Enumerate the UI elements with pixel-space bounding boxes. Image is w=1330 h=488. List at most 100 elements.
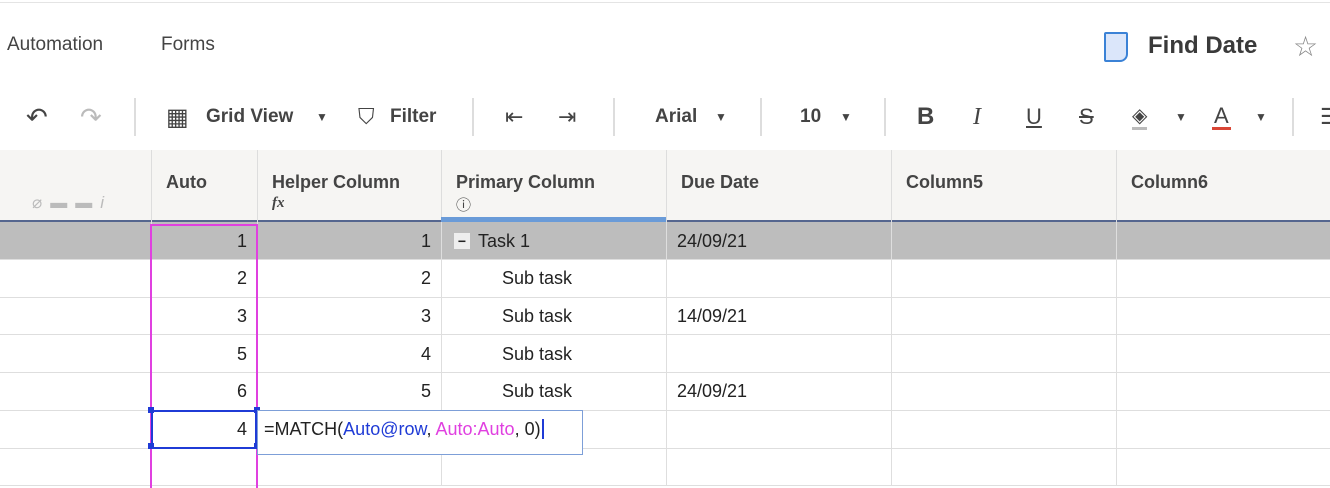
resize-handle[interactable] (148, 407, 154, 413)
cell-column6[interactable] (1116, 259, 1330, 298)
column-label: Primary Column (456, 172, 596, 192)
cell-text: Sub task (502, 268, 573, 289)
divider (760, 98, 762, 136)
cell-due-date[interactable] (666, 335, 891, 374)
row-gutter[interactable] (0, 411, 151, 449)
grid-icon: ▦ (166, 103, 189, 131)
column-header-column5[interactable]: Column5 (891, 150, 1116, 222)
cell-column5[interactable] (891, 448, 1116, 487)
cell-due-date[interactable] (666, 259, 891, 298)
column-header-auto[interactable]: Auto (151, 150, 257, 222)
undo-icon[interactable]: ↶ (26, 102, 48, 132)
grid-view-button[interactable]: Grid View (206, 104, 293, 130)
cell-text: 3 (420, 305, 431, 326)
cell-text: Sub task (502, 343, 573, 364)
row-gutter[interactable] (0, 222, 151, 260)
cell-text: 24/09/21 (677, 381, 748, 402)
cell-primary[interactable]: Sub task (441, 259, 666, 298)
formula-editor[interactable]: =MATCH(Auto@row, Auto:Auto, 0) (257, 410, 583, 455)
chevron-down-icon[interactable]: ▼ (715, 104, 727, 130)
sheet-icon (1104, 32, 1128, 62)
cell-primary[interactable]: Sub task (441, 335, 666, 374)
cell-column5[interactable] (891, 222, 1116, 260)
row-gutter[interactable] (0, 448, 151, 486)
cell-primary[interactable]: Sub task (441, 372, 666, 411)
cell-helper[interactable]: 2 (257, 259, 441, 298)
redo-icon[interactable]: ↷ (80, 102, 102, 132)
formula-separator: , (426, 419, 436, 439)
cell-due-date[interactable] (666, 448, 891, 487)
cell-column5[interactable] (891, 372, 1116, 411)
chevron-down-icon[interactable]: ▼ (840, 104, 852, 130)
formula-icon: fx (272, 195, 285, 211)
indent-icon[interactable]: ⇥ (558, 104, 576, 130)
more-icon[interactable]: ☰ (1320, 104, 1330, 130)
resize-handle[interactable] (148, 443, 154, 449)
cell-column5[interactable] (891, 259, 1116, 298)
cell-primary[interactable]: Sub task (441, 297, 666, 336)
sheet-title: Find Date (1148, 32, 1258, 59)
cell-column6[interactable] (1116, 297, 1330, 336)
formula-arg-row: Auto@row (343, 419, 427, 439)
nav-forms[interactable]: Forms (161, 34, 215, 56)
active-cell[interactable] (151, 410, 257, 449)
cell-column5[interactable] (891, 335, 1116, 374)
row-indicator-icons: ⌀▬▬i (32, 193, 113, 212)
underline-button[interactable]: U (1026, 104, 1042, 130)
cell-helper[interactable]: 4 (257, 335, 441, 374)
divider (613, 98, 615, 136)
cell-text: Sub task (502, 381, 573, 402)
cell-text: 4 (420, 343, 431, 364)
divider (472, 98, 474, 136)
chevron-down-icon[interactable]: ▼ (1175, 104, 1187, 130)
cell-helper[interactable]: 5 (257, 372, 441, 411)
cell-due-date[interactable] (666, 410, 891, 449)
formula-arg-range: Auto:Auto (435, 419, 515, 439)
outdent-icon[interactable]: ⇤ (505, 104, 523, 130)
column-header-column6[interactable]: Column6 (1116, 150, 1330, 222)
cell-primary[interactable]: − Task 1 (441, 222, 666, 260)
nav-automation[interactable]: Automation (7, 34, 103, 56)
formula-function: =MATCH( (264, 419, 344, 439)
cell-text: Sub task (502, 305, 573, 326)
formula-end: , 0) (514, 419, 541, 439)
collapse-icon[interactable]: − (454, 233, 470, 249)
italic-button[interactable]: I (973, 104, 981, 130)
cell-column6[interactable] (1116, 222, 1330, 260)
font-size-select[interactable]: 10 (800, 104, 821, 130)
cell-due-date[interactable]: 24/09/21 (666, 372, 891, 411)
fill-color-icon[interactable]: ◈ (1132, 104, 1148, 130)
cell-due-date[interactable]: 24/09/21 (666, 222, 891, 260)
column-header-primary[interactable]: Primary Column ⓘ (441, 150, 666, 222)
text-color-button[interactable]: A (1212, 103, 1231, 130)
cell-helper[interactable]: 1 (257, 222, 441, 260)
star-icon[interactable]: ☆ (1293, 30, 1318, 63)
row-gutter[interactable] (0, 373, 151, 411)
strikethrough-button[interactable]: S (1079, 104, 1094, 130)
row-gutter[interactable] (0, 297, 151, 335)
chevron-down-icon[interactable]: ▼ (316, 104, 328, 130)
cell-text: 14/09/21 (677, 305, 748, 326)
info-icon: ⓘ (456, 197, 472, 214)
bold-button[interactable]: B (917, 103, 934, 130)
cell-text: 5 (420, 381, 431, 402)
cell-text: 2 (420, 268, 431, 289)
cell-column5[interactable] (891, 297, 1116, 336)
filter-icon[interactable]: ⛉ (358, 104, 375, 130)
row-gutter[interactable] (0, 335, 151, 373)
cell-due-date[interactable]: 14/09/21 (666, 297, 891, 336)
cell-column6[interactable] (1116, 448, 1330, 487)
column-header-helper[interactable]: Helper Column fx (257, 150, 441, 222)
cell-column6[interactable] (1116, 410, 1330, 449)
cell-text: 1 (420, 230, 431, 251)
cell-text: 24/09/21 (677, 230, 748, 251)
filter-button[interactable]: Filter (390, 104, 436, 130)
cell-helper[interactable]: 3 (257, 297, 441, 336)
cell-column6[interactable] (1116, 335, 1330, 374)
font-select[interactable]: Arial (655, 104, 697, 130)
cell-column6[interactable] (1116, 372, 1330, 411)
row-gutter[interactable] (0, 260, 151, 298)
chevron-down-icon[interactable]: ▼ (1255, 104, 1267, 130)
column-header-due-date[interactable]: Due Date (666, 150, 891, 222)
cell-column5[interactable] (891, 410, 1116, 449)
